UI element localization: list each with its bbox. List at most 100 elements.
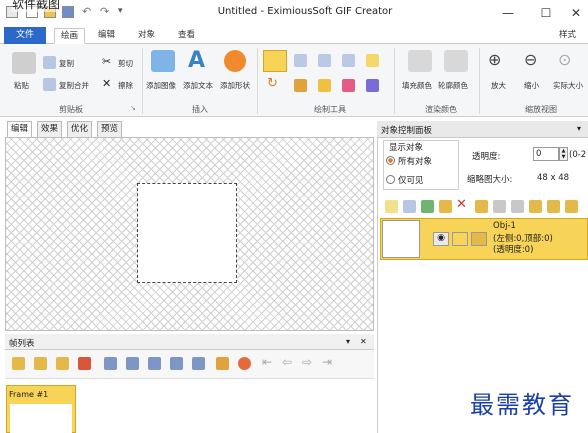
copy-frame-icon[interactable]	[56, 357, 69, 370]
canvas-image[interactable]	[137, 183, 237, 283]
tab-object[interactable]: 对象	[132, 28, 161, 44]
lasso-tool-icon[interactable]	[318, 54, 331, 67]
separator	[479, 48, 480, 114]
tab-workspace-optimize[interactable]: 优化	[67, 121, 93, 137]
frame-import-icon[interactable]	[216, 357, 229, 370]
bring-to-front-icon[interactable]	[529, 200, 542, 213]
paste-icon	[12, 52, 36, 74]
frame-list-title: 帧列表	[9, 339, 35, 349]
add-image-button[interactable]: 添加图像	[146, 80, 176, 91]
previous-frame-icon[interactable]: ⇦	[282, 355, 292, 369]
outline-color-button[interactable]: 轮廓颜色	[438, 80, 468, 91]
object-opacity: (透明度:0)	[493, 245, 534, 255]
object-panel-title: 对象控制面板	[381, 126, 433, 136]
panel-close-icon[interactable]: ✕	[360, 337, 367, 346]
panel-pin-icon[interactable]: ▾	[577, 124, 581, 133]
color-picker-tool-icon[interactable]	[366, 79, 379, 92]
new-object-icon[interactable]	[385, 200, 398, 213]
next-frame-icon[interactable]: ⇨	[302, 355, 312, 369]
delete-object-icon[interactable]: ✕	[456, 197, 467, 212]
tab-workspace-effects[interactable]: 效果	[37, 121, 63, 137]
clipboard-group-label: 剪贴板	[59, 105, 83, 114]
ribbon-tab-bar	[0, 26, 588, 44]
tab-workspace-edit[interactable]: 编辑	[7, 121, 33, 137]
object-properties-icon[interactable]	[475, 200, 488, 213]
dialog-launcher-icon[interactable]: ↘	[130, 104, 136, 112]
insert-frame-icon[interactable]	[34, 357, 47, 370]
object-group-icon[interactable]	[493, 200, 506, 213]
separator	[257, 48, 258, 114]
actual-size-button[interactable]: 实际大小	[553, 80, 583, 91]
thumbnail-size-value[interactable]: 48 x 48	[537, 173, 569, 183]
send-backward-icon[interactable]	[565, 200, 578, 213]
magic-wand-tool-icon[interactable]	[366, 54, 379, 67]
zoom-in-button[interactable]: 放大	[491, 80, 506, 91]
frame-list-header	[5, 334, 374, 350]
tab-edit[interactable]: 编辑	[92, 28, 121, 44]
thumbnail-size-label: 缩略图大小:	[467, 175, 513, 185]
brush-tool-icon[interactable]	[294, 79, 307, 92]
visible-only-radio[interactable]	[386, 175, 395, 184]
actual-size-icon: ⊙	[558, 50, 572, 69]
add-text-icon: A	[188, 48, 206, 73]
paste-button[interactable]: 粘贴	[14, 80, 29, 91]
last-frame-icon[interactable]: ⇥	[322, 355, 332, 369]
delete-frame-icon[interactable]	[78, 357, 91, 370]
rect-select-tool-icon[interactable]	[294, 54, 307, 67]
object-type-icon	[471, 232, 487, 246]
zoom-out-icon: ⊖	[524, 50, 538, 69]
visibility-eye-icon[interactable]: ◉	[433, 232, 449, 246]
pencil-tool-icon[interactable]	[318, 79, 331, 92]
export-object-icon[interactable]	[439, 200, 452, 213]
customize-toolbar-icon[interactable]: ▾	[118, 6, 123, 16]
import-object-icon[interactable]	[421, 200, 434, 213]
save-icon[interactable]	[62, 6, 74, 18]
opacity-range: (0-2	[569, 150, 587, 160]
frame-move-first-icon[interactable]	[104, 357, 117, 370]
opacity-label: 透明度:	[472, 152, 501, 162]
all-objects-radio[interactable]	[386, 156, 395, 165]
tab-view[interactable]: 查看	[172, 28, 201, 44]
frame-move-down-icon[interactable]	[148, 357, 161, 370]
frame-play-icon[interactable]	[238, 357, 251, 370]
copy-merge-icon	[43, 78, 56, 91]
add-shape-icon	[224, 50, 246, 72]
select-tool-icon[interactable]	[263, 50, 287, 72]
opacity-stepper[interactable]: ▲ ▼	[559, 147, 568, 161]
add-frame-icon[interactable]	[12, 357, 25, 370]
frame-move-last-icon[interactable]	[170, 357, 183, 370]
add-text-button[interactable]: 添加文本	[183, 80, 213, 91]
polygon-select-tool-icon[interactable]	[342, 54, 355, 67]
fill-color-button[interactable]: 填充颜色	[402, 80, 432, 91]
frame-properties-icon[interactable]	[192, 357, 205, 370]
cut-button[interactable]: 剪切	[118, 58, 133, 69]
close-button[interactable]: ✕	[566, 4, 586, 22]
lock-toggle-icon[interactable]	[452, 232, 468, 246]
undo-icon[interactable]: ↶	[82, 5, 91, 18]
panel-pin-icon[interactable]: ▾	[346, 337, 350, 346]
copy-button[interactable]: 复制	[59, 58, 74, 69]
all-objects-label: 所有对象	[398, 157, 433, 167]
add-shape-button[interactable]: 添加形状	[220, 80, 250, 91]
copy-merge-button[interactable]: 复制合并	[59, 80, 89, 91]
copy-object-icon[interactable]	[403, 200, 416, 213]
eraser-tool-icon[interactable]	[342, 79, 355, 92]
bring-forward-icon[interactable]	[547, 200, 560, 213]
style-menu[interactable]: 样式 ▾	[553, 28, 588, 55]
object-ungroup-icon[interactable]	[511, 200, 524, 213]
frame-move-up-icon[interactable]	[126, 357, 139, 370]
separator	[142, 48, 143, 114]
first-frame-icon[interactable]: ⇤	[262, 355, 272, 369]
redo-icon[interactable]: ↷	[100, 5, 109, 18]
maximize-button[interactable]: ☐	[536, 4, 556, 22]
erase-button[interactable]: 擦除	[118, 80, 133, 91]
rotate-tool-icon[interactable]: ↻	[267, 76, 278, 91]
tab-workspace-preview[interactable]: 预览	[97, 121, 123, 137]
tab-file[interactable]: 文件	[4, 27, 46, 44]
overlay-caption: 软件截图	[12, 0, 61, 12]
tab-draw[interactable]: 绘画	[54, 28, 86, 44]
minimize-button[interactable]: —	[498, 4, 518, 22]
opacity-input[interactable]: 0	[533, 147, 559, 161]
zoom-out-button[interactable]: 缩小	[524, 80, 539, 91]
insert-group-label: 插入	[192, 105, 208, 114]
